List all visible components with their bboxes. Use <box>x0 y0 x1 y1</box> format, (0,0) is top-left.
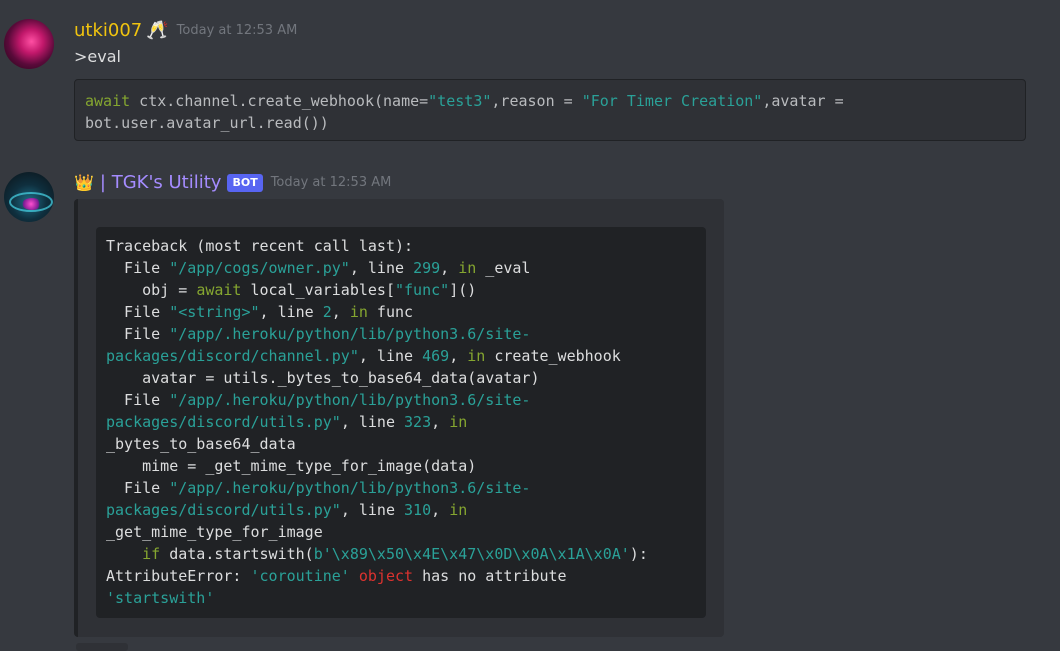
code-token: "For Timer Creation" <box>581 92 763 110</box>
tb-line: Traceback (most recent call last): <box>106 237 414 255</box>
author-emoji: 🥂 <box>146 20 169 41</box>
tb-token: packages/discord/channel.py" <box>106 347 359 365</box>
tb-token: , line <box>358 347 423 365</box>
tb-token: 469 <box>422 347 450 365</box>
tb-token: has no attribute <box>413 567 567 585</box>
tb-token: ]() <box>449 281 477 299</box>
code-token: ,avatar = <box>762 92 844 110</box>
code-token: bot.user.avatar_url.read()) <box>85 114 329 132</box>
avatar-decoration <box>22 198 42 210</box>
tb-token: "/app/.heroku/python/lib/python3.6/site- <box>169 391 531 409</box>
next-embed-stub <box>76 643 128 651</box>
tb-token: , <box>440 259 459 277</box>
tb-token: File <box>106 303 170 321</box>
tb-token: , <box>431 413 450 431</box>
bot-badge: BOT <box>227 173 263 192</box>
tb-line: _get_mime_type_for_image <box>106 523 323 541</box>
code-token: await <box>85 92 131 110</box>
tb-token: packages/discord/utils.py" <box>106 413 341 431</box>
tb-token: b'\x89\x50\x4E\x47\x0D\x0A\x1A\x0A' <box>313 545 630 563</box>
tb-token: 310 <box>404 501 432 519</box>
tb-token: , <box>431 501 450 519</box>
tb-token: , <box>449 347 468 365</box>
tb-token: func <box>367 303 414 321</box>
tb-token: File <box>106 479 170 497</box>
bot-avatar[interactable] <box>4 172 54 222</box>
tb-token: "/app/cogs/owner.py" <box>169 259 350 277</box>
tb-token: , line <box>340 413 405 431</box>
message-header: utki007 🥂 Today at 12:53 AM <box>74 20 297 41</box>
message-header: 👑 | TGK's Utility BOT Today at 12:53 AM <box>74 172 391 193</box>
tb-token: , line <box>349 259 414 277</box>
tb-token: await <box>196 281 242 299</box>
author-name[interactable]: utki007 <box>74 20 142 41</box>
tb-token: in <box>449 413 468 431</box>
tb-line: 'startswith' <box>106 589 215 607</box>
code-token: "test3" <box>428 92 492 110</box>
tb-token: local_variables[ <box>241 281 395 299</box>
tb-token: in <box>467 347 486 365</box>
tb-line: _bytes_to_base64_data <box>106 435 296 453</box>
timestamp[interactable]: Today at 12:53 AM <box>177 23 298 38</box>
tb-token: , line <box>259 303 323 321</box>
tb-token: packages/discord/utils.py" <box>106 501 341 519</box>
tb-token <box>106 545 142 563</box>
tb-token: "/app/.heroku/python/lib/python3.6/site- <box>169 479 531 497</box>
tb-token: , line <box>340 501 405 519</box>
author-name[interactable]: | TGK's Utility <box>100 172 222 193</box>
tb-token: obj = <box>106 281 197 299</box>
avatar[interactable] <box>4 19 54 69</box>
tb-line: avatar = utils._bytes_to_base64_data(ava… <box>106 369 540 387</box>
tb-token: File <box>106 325 170 343</box>
timestamp[interactable]: Today at 12:53 AM <box>271 175 392 190</box>
tb-token: 2 <box>322 303 332 321</box>
tb-token: ): <box>629 545 648 563</box>
crown-icon: 👑 <box>74 173 94 192</box>
tb-token: File <box>106 259 170 277</box>
tb-token: in <box>349 303 368 321</box>
tb-token: "func" <box>395 281 450 299</box>
tb-token: in <box>458 259 477 277</box>
tb-token: data.startswith( <box>160 545 314 563</box>
tb-token <box>350 567 359 585</box>
code-block: await ctx.channel.create_webhook(name="t… <box>74 79 1026 141</box>
tb-token: "/app/.heroku/python/lib/python3.6/site- <box>169 325 531 343</box>
embed: Traceback (most recent call last): File … <box>74 199 724 637</box>
traceback-code-block: Traceback (most recent call last): File … <box>96 227 706 618</box>
tb-token: object <box>358 567 414 585</box>
tb-token: 299 <box>413 259 441 277</box>
tb-token: in <box>449 501 468 519</box>
tb-token: 'coroutine' <box>250 567 350 585</box>
code-token: ,reason = <box>491 92 582 110</box>
tb-line: mime = _get_mime_type_for_image(data) <box>106 457 477 475</box>
tb-token: File <box>106 391 170 409</box>
message-text: >eval <box>74 47 121 66</box>
tb-token: create_webhook <box>485 347 621 365</box>
code-token: ctx.channel.create_webhook(name= <box>130 92 429 110</box>
tb-token: if <box>142 545 161 563</box>
tb-token: _eval <box>476 259 531 277</box>
tb-token: "<string>" <box>169 303 260 321</box>
tb-token: , <box>331 303 350 321</box>
tb-token: 323 <box>404 413 432 431</box>
tb-token: AttributeError: <box>106 567 251 585</box>
